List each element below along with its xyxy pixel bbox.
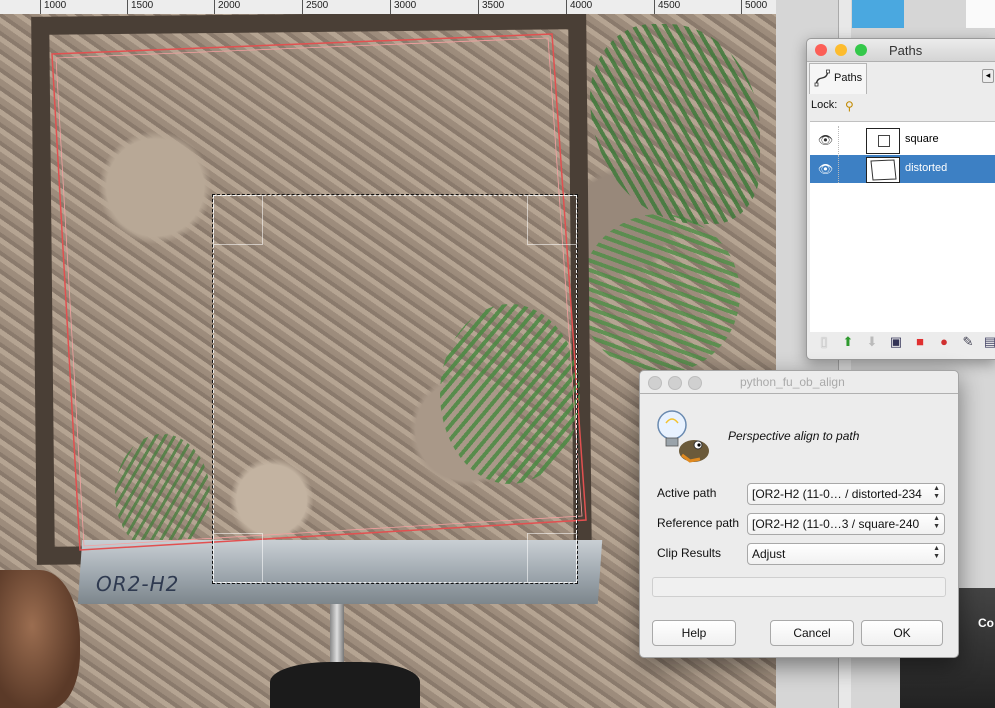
ruler-tick: 1000 [40, 0, 66, 14]
align-dialog[interactable]: python_fu_ob_align Perspective align to … [639, 370, 959, 658]
combo-arrows-icon: ▲ ▼ [933, 485, 940, 500]
paths-window-title: Paths [889, 43, 923, 58]
raise-path-icon[interactable]: ⬆ [841, 335, 855, 349]
cancel-button[interactable]: Cancel [770, 620, 854, 646]
minimize-window-button[interactable] [668, 376, 682, 390]
active-path-value: [OR2-H2 (11-0… / distorted-234 [752, 487, 922, 501]
path-row-distorted[interactable]: 👁 distorted [810, 155, 995, 183]
active-path-label: Active path [657, 486, 717, 500]
progress-bar [652, 577, 946, 597]
paths-toolbar: ▯ ⬆ ⬇ ▣ ■ ● ✎ ▤ [811, 333, 995, 355]
ruler-tick-label: 2000 [218, 0, 241, 11]
paths-titlebar[interactable]: Paths [807, 39, 995, 62]
ruler-tick: 2500 [302, 0, 328, 14]
active-path-combo[interactable]: [OR2-H2 (11-0… / distorted-234 ▲ ▼ [747, 483, 945, 505]
paths-dock-window[interactable]: Paths Paths ◂ Lock: ⚲ 👁 square 👁 distort… [806, 38, 995, 360]
path-row-square[interactable]: 👁 square [810, 126, 995, 154]
combo-arrows-icon: ▲ ▼ [933, 515, 940, 530]
ruler-tick: 1500 [127, 0, 153, 14]
ruler-tick: 2000 [214, 0, 240, 14]
gimp-wilber-bulb-icon [657, 410, 709, 463]
selection-marquee[interactable] [212, 194, 578, 584]
delete-path-icon[interactable]: ▤ [983, 335, 995, 349]
chain-column[interactable] [838, 155, 839, 183]
lock-label: Lock: [811, 99, 838, 111]
paths-tab-icon [814, 69, 830, 87]
lock-position-icon[interactable]: ⚲ [845, 99, 854, 113]
ruler-tick: 4000 [566, 0, 592, 14]
clip-results-value: Adjust [752, 547, 786, 561]
dock-menu-button[interactable]: ◂ [982, 69, 994, 83]
paths-list[interactable]: 👁 square 👁 distorted [810, 121, 995, 332]
path-thumbnail [866, 128, 900, 154]
visibility-eye-icon[interactable]: 👁 [818, 133, 833, 147]
transform-handle[interactable] [213, 533, 263, 583]
zoom-window-button[interactable] [688, 376, 702, 390]
visibility-eye-icon[interactable]: 👁 [818, 162, 833, 176]
dialog-heading: Perspective align to path [728, 429, 860, 443]
dialog-titlebar[interactable]: python_fu_ob_align [640, 371, 958, 394]
ok-button[interactable]: OK [861, 620, 943, 646]
duplicate-path-icon[interactable]: ▣ [889, 335, 903, 349]
path-to-selection-icon[interactable]: ■ [913, 335, 927, 349]
reference-path-combo[interactable]: [OR2-H2 (11-0…3 / square-240 ▲ ▼ [747, 513, 945, 535]
background-code-fragment [966, 0, 995, 28]
transform-handle[interactable] [527, 533, 577, 583]
ruler-tick-label: 5000 [745, 0, 768, 11]
lower-path-icon[interactable]: ⬇ [865, 335, 879, 349]
minimize-window-button[interactable] [835, 44, 847, 56]
distorted-thumbnail-shape [870, 159, 897, 181]
transform-handle[interactable] [213, 195, 263, 245]
path-name[interactable]: distorted [905, 162, 947, 174]
ruler-tick-label: 2500 [306, 0, 329, 11]
ruler-tick-label: 4500 [658, 0, 681, 11]
zoom-window-button[interactable] [855, 44, 867, 56]
ruler-tick: 3000 [390, 0, 416, 14]
paint-along-path-icon[interactable]: ✎ [961, 335, 975, 349]
ruler-tick-label: 3500 [482, 0, 505, 11]
ruler-tick-label: 3000 [394, 0, 417, 11]
chain-column[interactable] [838, 126, 839, 154]
close-window-button[interactable] [648, 376, 662, 390]
transform-handle[interactable] [527, 195, 577, 245]
close-window-button[interactable] [815, 44, 827, 56]
horizontal-ruler[interactable]: 1000 1500 2000 2500 3000 3500 4000 4500 … [0, 0, 776, 15]
path-name[interactable]: square [905, 133, 939, 145]
ruler-tick: 3500 [478, 0, 504, 14]
ruler-tick-label: 4000 [570, 0, 593, 11]
reference-path-label: Reference path [657, 516, 740, 530]
clip-results-label: Clip Results [657, 546, 722, 560]
ruler-tick-label: 1500 [131, 0, 154, 11]
background-window-text: Co [978, 616, 994, 630]
path-thumbnail [866, 157, 900, 183]
help-button[interactable]: Help [652, 620, 736, 646]
tab-paths[interactable]: Paths [809, 63, 867, 94]
background-window-fragment [852, 0, 904, 28]
selection-to-path-icon[interactable]: ● [937, 335, 951, 349]
combo-arrows-icon: ▲ ▼ [933, 545, 940, 560]
ruler-tick-label: 1000 [44, 0, 67, 11]
ruler-tick: 4500 [654, 0, 680, 14]
reference-path-value: [OR2-H2 (11-0…3 / square-240 [752, 517, 920, 531]
clip-results-combo[interactable]: Adjust ▲ ▼ [747, 543, 945, 565]
tab-paths-label: Paths [834, 72, 863, 84]
dialog-title: python_fu_ob_align [740, 375, 845, 389]
ruler-tick: 5000 [741, 0, 767, 14]
new-path-icon[interactable]: ▯ [817, 335, 831, 349]
